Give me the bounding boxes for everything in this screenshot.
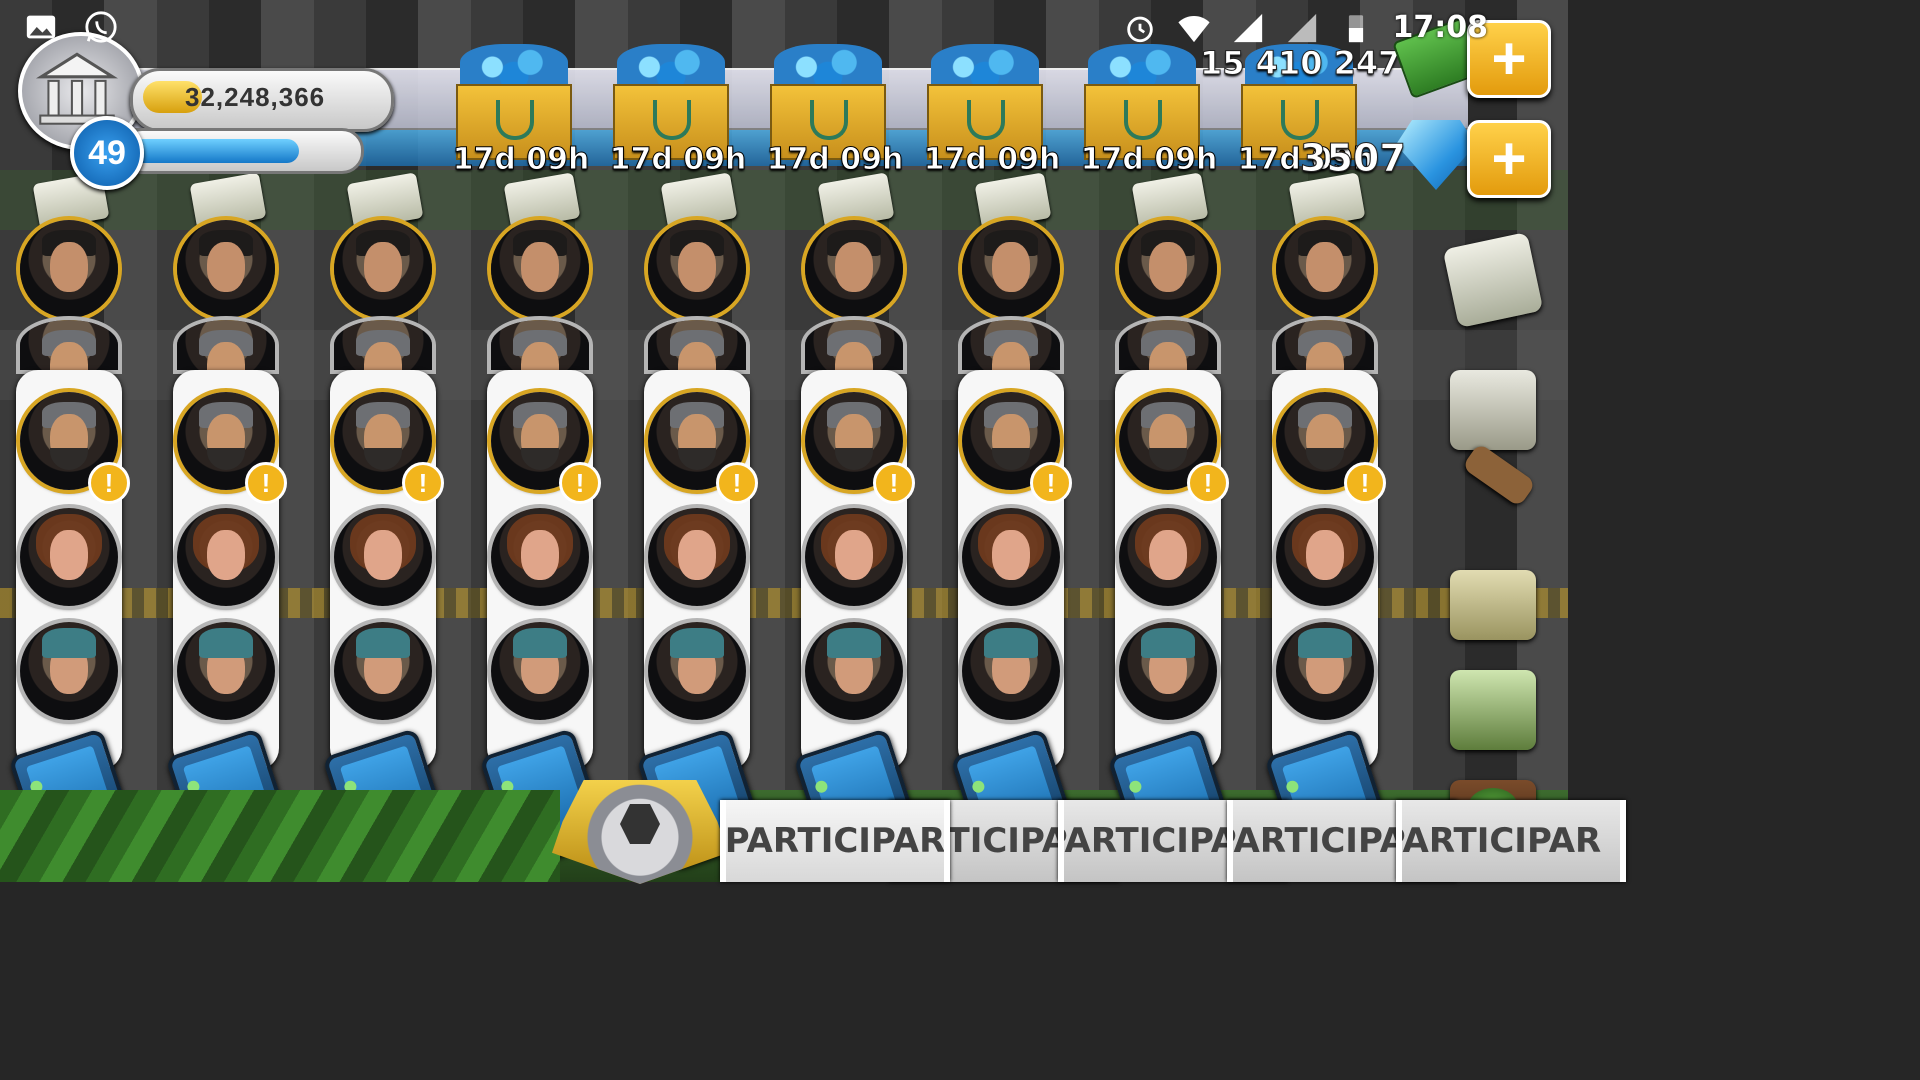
bag-handle xyxy=(810,100,848,140)
girl-portrait[interactable] xyxy=(334,508,432,606)
level-badge[interactable]: 49 xyxy=(70,116,144,190)
boss-portrait-peek xyxy=(648,320,746,370)
clock-time: 17:08 xyxy=(1392,10,1489,45)
beanie-portrait[interactable] xyxy=(20,622,118,720)
girl-portrait[interactable] xyxy=(1276,508,1374,606)
character-column: ! xyxy=(479,170,609,880)
boss-portrait-peek xyxy=(334,320,432,370)
gem-icon xyxy=(1396,120,1476,190)
boss-portrait-peek xyxy=(177,320,275,370)
beanie-portrait[interactable] xyxy=(805,622,903,720)
signal-icon-2 xyxy=(1287,13,1316,42)
dealer-portrait[interactable] xyxy=(805,220,903,318)
offer-timer: 17d 09h xyxy=(609,142,747,178)
rv-icon[interactable] xyxy=(1450,570,1536,640)
shop-bag-offer[interactable]: 17d 09h xyxy=(446,44,603,178)
status-left-icons xyxy=(24,10,118,44)
girl-portrait[interactable] xyxy=(20,508,118,606)
beanie-portrait[interactable] xyxy=(1119,622,1217,720)
boss-portrait-peek xyxy=(1276,320,1374,370)
add-gems-button[interactable]: + xyxy=(1467,120,1551,198)
beanie-portrait[interactable] xyxy=(1276,622,1374,720)
shop-bag-offer[interactable]: 17d 09h xyxy=(760,44,917,178)
dealer-portrait[interactable] xyxy=(177,220,275,318)
wifi-icon xyxy=(1177,15,1210,42)
alert-badge: ! xyxy=(402,462,444,504)
girl-portrait[interactable] xyxy=(491,508,589,606)
beanie-portrait[interactable] xyxy=(491,622,589,720)
boss-portrait-peek xyxy=(1119,320,1217,370)
whatsapp-icon xyxy=(85,11,117,43)
character-columns: !!!!!!!!! xyxy=(8,170,1394,880)
bag-handle xyxy=(1124,100,1162,140)
girl-portrait[interactable] xyxy=(177,508,275,606)
signal-icon xyxy=(1233,13,1262,42)
character-column: ! xyxy=(793,170,923,880)
dealer-portrait[interactable] xyxy=(334,220,432,318)
beanie-portrait[interactable] xyxy=(962,622,1060,720)
boss-portrait-peek xyxy=(20,320,118,370)
alert-badge: ! xyxy=(1187,462,1229,504)
money-value: 32,248,366 xyxy=(185,82,326,112)
character-column: ! xyxy=(1107,170,1237,880)
dealer-portrait[interactable] xyxy=(20,220,118,318)
bag-handle xyxy=(653,100,691,140)
character-column: ! xyxy=(8,170,138,880)
dealer-portrait[interactable] xyxy=(962,220,1060,318)
alert-badge: ! xyxy=(1030,462,1072,504)
offer-timer: 17d 09h xyxy=(1080,142,1218,178)
bag-handle xyxy=(496,100,534,140)
leaves-decoration xyxy=(0,790,560,882)
dealer-portrait[interactable] xyxy=(1119,220,1217,318)
girl-portrait[interactable] xyxy=(805,508,903,606)
clipboard-icon[interactable] xyxy=(1450,370,1536,450)
money-bar[interactable]: 32,248,366 xyxy=(130,68,394,132)
alert-badge: ! xyxy=(873,462,915,504)
boss-portrait-peek xyxy=(805,320,903,370)
participate-label: PARTICIPAR xyxy=(1396,821,1602,861)
beanie-portrait[interactable] xyxy=(334,622,432,720)
alert-badge: ! xyxy=(1344,462,1386,504)
character-column: ! xyxy=(950,170,1080,880)
offer-timer: 17d 09h xyxy=(452,142,590,178)
bag-handle xyxy=(967,100,1005,140)
alert-badge: ! xyxy=(245,462,287,504)
bag-handle xyxy=(1281,100,1319,140)
status-right-icons: 17:08 xyxy=(1123,10,1489,45)
bottom-bar: PARTICIPAR PARTICIPAR PARTICIPAR PARTICIPAR… xyxy=(0,780,1626,884)
girl-portrait[interactable] xyxy=(962,508,1060,606)
xp-fill xyxy=(131,139,300,163)
character-column: ! xyxy=(322,170,452,880)
boss-portrait-peek xyxy=(491,320,589,370)
character-column: ! xyxy=(1264,170,1394,880)
participate-button[interactable]: PARTICIPAR xyxy=(720,800,950,882)
alert-badge: ! xyxy=(716,462,758,504)
shop-bag-offer[interactable]: 17d 09h xyxy=(917,44,1074,178)
shop-bag-offer[interactable]: 17d 09h xyxy=(603,44,760,178)
dealer-portrait[interactable] xyxy=(648,220,746,318)
boss-portrait-peek xyxy=(962,320,1060,370)
gallery-icon xyxy=(26,15,56,39)
offer-timer: 17d 09h xyxy=(766,142,904,178)
girl-portrait[interactable] xyxy=(648,508,746,606)
dealer-portrait[interactable] xyxy=(1276,220,1374,318)
alert-badge: ! xyxy=(88,462,130,504)
character-column: ! xyxy=(165,170,295,880)
character-column: ! xyxy=(636,170,766,880)
greenhouse-icon[interactable] xyxy=(1450,670,1536,750)
gem-count: 3507 xyxy=(1300,136,1407,181)
alert-badge: ! xyxy=(559,462,601,504)
beanie-portrait[interactable] xyxy=(648,622,746,720)
beanie-portrait[interactable] xyxy=(177,622,275,720)
dealer-portrait[interactable] xyxy=(491,220,589,318)
participate-tabs: PARTICIPAR PARTICIPAR PARTICIPAR PARTICIPAR… xyxy=(720,800,1626,882)
alarm-icon xyxy=(1126,16,1153,42)
xp-bar[interactable] xyxy=(120,128,364,174)
girl-portrait[interactable] xyxy=(1119,508,1217,606)
android-status-bar: 17:08 xyxy=(0,0,1568,56)
battery-icon xyxy=(1348,14,1363,42)
participate-button[interactable]: PARTICIPAR xyxy=(1396,800,1626,882)
offer-timer: 17d 09h xyxy=(923,142,1061,178)
participate-label: PARTICIPAR xyxy=(724,821,946,861)
